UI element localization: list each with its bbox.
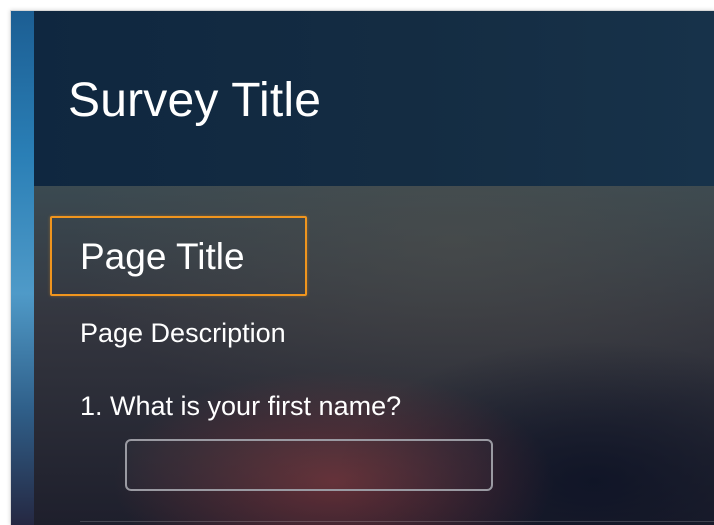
page-title[interactable]: Page Title [80,236,245,278]
survey-preview-frame: Survey Title Page Title Page Description… [10,10,714,525]
survey-title: Survey Title [68,74,322,127]
question-label: 1. What is your first name? [80,391,402,421]
page-description: Page Description [80,318,286,348]
divider [80,521,714,522]
first-name-input[interactable] [125,439,493,491]
left-accent-strip [11,11,34,525]
